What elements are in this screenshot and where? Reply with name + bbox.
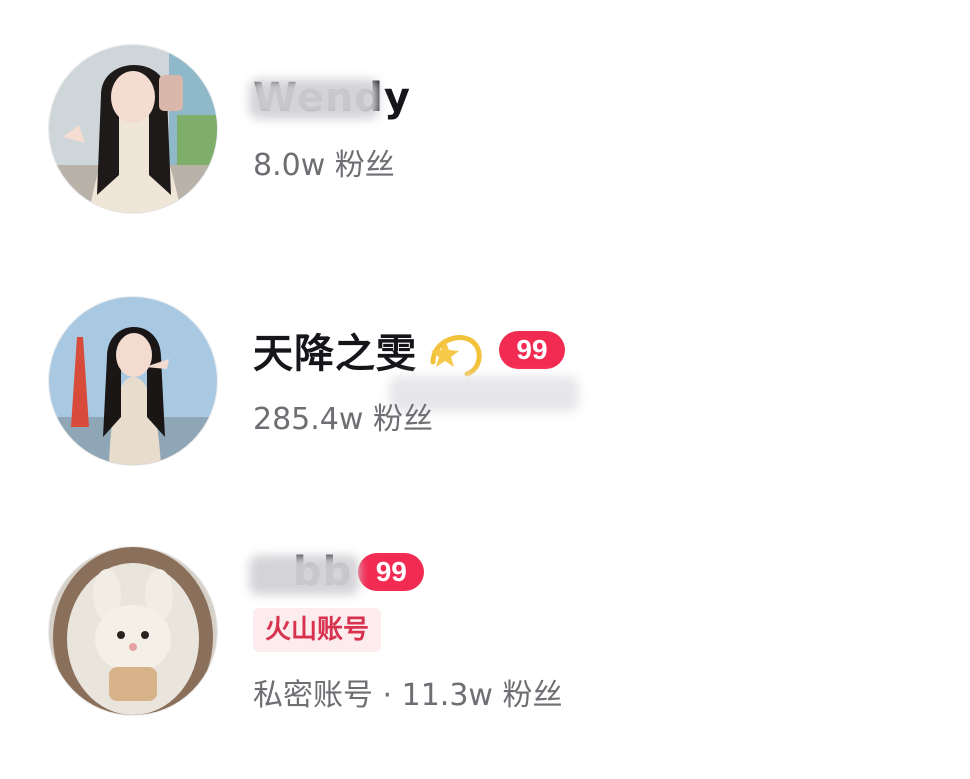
account-name: 天降之雯 <box>253 331 417 377</box>
following-list: Wendy 8.0w 粉丝 天降之雯 <box>0 0 970 779</box>
avatar[interactable] <box>48 44 218 214</box>
name-line: bb 99 <box>249 544 425 600</box>
follower-count: 私密账号 · 11.3w 粉丝 <box>253 678 563 713</box>
level-badge: 99 <box>358 553 425 591</box>
name-line: Wendy <box>249 70 411 126</box>
level-badge: 99 <box>499 331 565 369</box>
avatar[interactable] <box>48 296 218 466</box>
account-name: Wendy <box>249 75 411 121</box>
follower-count: 285.4w 粉丝 <box>253 402 433 437</box>
account-row[interactable]: Wendy 8.0w 粉丝 <box>0 38 970 218</box>
huoshan-account-tag: 火山账号 <box>253 608 382 652</box>
account-info: Wendy 8.0w 粉丝 <box>249 38 950 218</box>
name-redaction <box>249 79 379 119</box>
follower-count: 8.0w 粉丝 <box>253 148 395 183</box>
account-row[interactable]: bb 99 火山账号 私密账号 · 11.3w 粉丝 <box>0 540 970 720</box>
account-info: bb 99 火山账号 私密账号 · 11.3w 粉丝 <box>249 540 950 720</box>
avatar-photo-bunny-plush <box>49 547 217 715</box>
account-info: 天降之雯 99 285.4w 粉丝 <box>253 290 950 470</box>
avatar-photo-girl-selfie <box>49 45 217 213</box>
name-line: 天降之雯 99 <box>253 322 565 378</box>
avatar-photo-girl-tower <box>49 297 217 465</box>
sparkle-star-icon <box>430 335 482 377</box>
name-redaction <box>249 555 359 595</box>
account-row[interactable]: 天降之雯 99 285.4w 粉丝 <box>0 290 970 470</box>
avatar[interactable] <box>48 546 218 716</box>
account-name: bb <box>249 549 359 595</box>
